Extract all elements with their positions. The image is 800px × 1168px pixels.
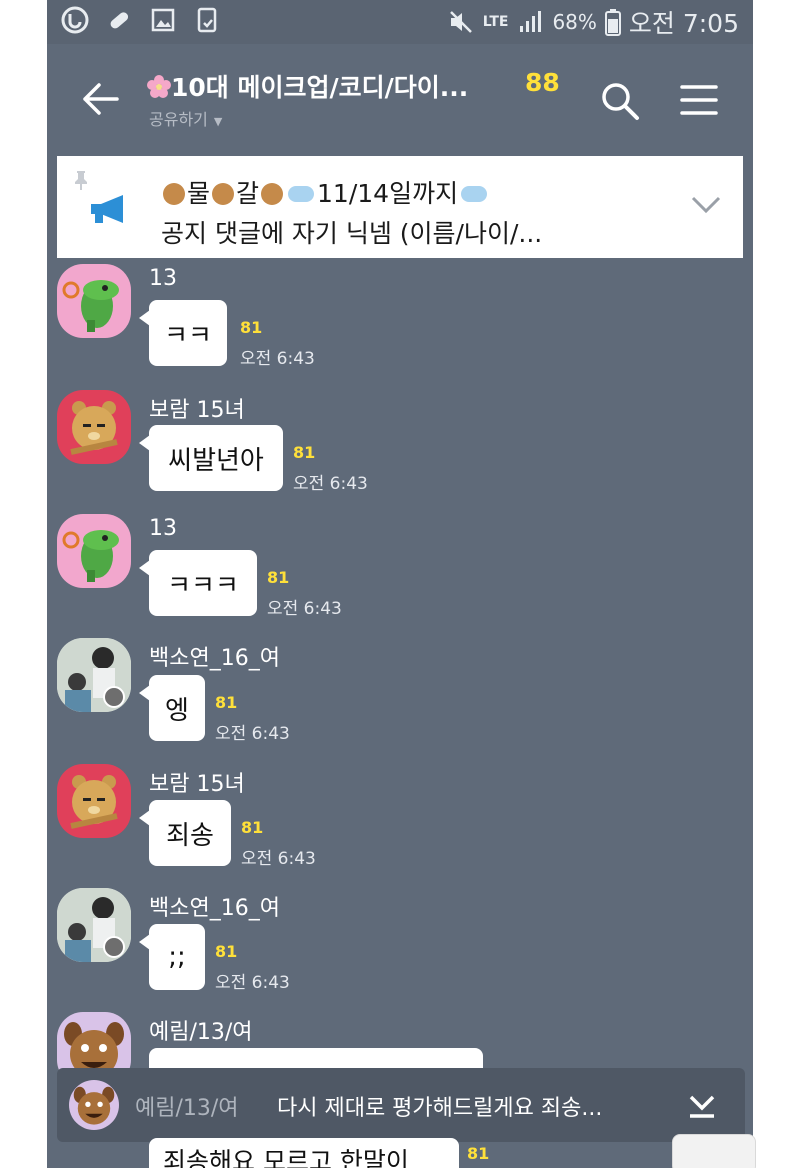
cherry-blossom-icon bbox=[147, 75, 171, 98]
avatar[interactable] bbox=[57, 638, 131, 712]
message-bubble[interactable]: 죄송 bbox=[139, 800, 231, 866]
message-bubble[interactable]: ;; bbox=[139, 924, 205, 990]
message-bubble[interactable]: ㅋㅋㅋ bbox=[139, 550, 257, 616]
cloud-emoji-icon bbox=[288, 186, 315, 202]
cloud-emoji-icon bbox=[461, 186, 488, 202]
sender-name: 백소연_16_여 bbox=[149, 646, 280, 671]
preview-text: 다시 제대로 평가해드릴게요 죄송... bbox=[277, 1096, 603, 1121]
crocodile-avatar-icon bbox=[62, 280, 119, 332]
unread-count: 81 bbox=[293, 443, 316, 462]
menu-icon[interactable] bbox=[679, 82, 719, 118]
sender-name: 13 bbox=[149, 516, 177, 541]
notice-date: 11/14일까지 bbox=[317, 179, 459, 208]
room-title-text: 10대 메이크업/코디/다이... bbox=[171, 73, 469, 102]
signal-icon bbox=[520, 11, 542, 32]
message-bubble[interactable]: 씨발년아 bbox=[139, 425, 283, 491]
u-plus-icon bbox=[61, 6, 89, 34]
lte-indicator: LTE bbox=[482, 14, 509, 30]
avatar[interactable] bbox=[57, 764, 131, 838]
clock: 오전 7:05 bbox=[628, 9, 739, 38]
battery-icon bbox=[604, 9, 621, 36]
notice-word-1: 물 bbox=[187, 179, 211, 208]
share-dropdown[interactable]: 공유하기 ▼ bbox=[149, 106, 222, 130]
room-title[interactable]: 10대 메이크업/코디/다이... bbox=[147, 68, 468, 104]
chevron-down-icon[interactable] bbox=[691, 194, 721, 216]
message-time: 오전 6:43 bbox=[215, 973, 290, 993]
message-time: 오전 6:43 bbox=[215, 724, 290, 744]
message-bubble[interactable]: 엥 bbox=[139, 675, 205, 741]
notice-word-2: 갈 bbox=[236, 179, 260, 208]
avatar[interactable] bbox=[57, 264, 131, 338]
expand-button[interactable] bbox=[672, 1134, 756, 1168]
message-time: 오전 6:43 bbox=[293, 474, 368, 494]
message-time: 오전 6:43 bbox=[241, 849, 316, 869]
message-bubble[interactable]: ㅋㅋ bbox=[139, 300, 227, 366]
search-icon[interactable] bbox=[599, 80, 641, 122]
gallery-icon bbox=[151, 8, 175, 32]
monkey-emoji-icon bbox=[212, 183, 235, 205]
sender-name: 보람 15녀 bbox=[149, 398, 245, 423]
notice-banner[interactable]: 물 갈 11/14일까지 공지 댓글에 자기 닉넴 (이름/나이/... bbox=[57, 156, 743, 258]
monkey-emoji-icon bbox=[261, 183, 284, 205]
message-time: 오전 6:43 bbox=[240, 349, 315, 369]
dog-avatar-icon bbox=[73, 1086, 115, 1125]
crocodile-avatar-icon bbox=[62, 530, 119, 582]
chat-badge-icon bbox=[103, 936, 125, 958]
preview-sender: 예림/13/여 bbox=[135, 1096, 239, 1121]
monkey-emoji-icon bbox=[163, 183, 185, 205]
bear-avatar-icon bbox=[70, 401, 118, 455]
battery-percent: 68% bbox=[552, 10, 597, 34]
pill-icon bbox=[110, 12, 129, 29]
share-label-text: 공유하기 bbox=[149, 110, 208, 129]
back-arrow-icon[interactable] bbox=[81, 82, 121, 116]
bear-avatar-icon bbox=[70, 775, 118, 829]
avatar[interactable] bbox=[57, 514, 131, 588]
unread-count: 81 bbox=[215, 693, 238, 712]
sender-name: 백소연_16_여 bbox=[149, 896, 280, 921]
phone-screen: LTE 68% 오전 7:05 10대 메이크업/코디/다이... 88 공유하… bbox=[47, 0, 753, 1168]
new-message-preview[interactable]: 예림/13/여 다시 제대로 평가해드릴게요 죄송... bbox=[57, 1068, 745, 1142]
sender-name: 보람 15녀 bbox=[149, 772, 245, 797]
unread-count: 81 bbox=[215, 942, 238, 961]
chat-badge-icon bbox=[103, 686, 125, 708]
member-count: 88 bbox=[525, 68, 560, 97]
caret-down-icon: ▼ bbox=[213, 115, 223, 128]
megaphone-icon bbox=[91, 195, 123, 223]
pin-icon bbox=[75, 171, 87, 190]
mute-icon bbox=[449, 11, 472, 33]
unread-count: 81 bbox=[240, 318, 263, 337]
status-bar: LTE 68% 오전 7:05 bbox=[47, 0, 753, 44]
avatar[interactable] bbox=[57, 888, 131, 962]
chat-header: 10대 메이크업/코디/다이... 88 공유하기 ▼ bbox=[47, 44, 753, 150]
download-icon bbox=[197, 7, 217, 33]
scroll-down-icon[interactable] bbox=[687, 1092, 717, 1120]
unread-count: 81 bbox=[267, 568, 290, 587]
sender-name: 예림/13/여 bbox=[149, 1020, 253, 1045]
notice-title: 물 갈 11/14일까지 bbox=[161, 174, 490, 210]
message-time: 오전 6:43 bbox=[267, 599, 342, 619]
notice-body: 공지 댓글에 자기 닉넴 (이름/나이/... bbox=[161, 219, 543, 248]
message-bubble[interactable]: 죄송해요 모르고 한말이 bbox=[149, 1138, 459, 1168]
sender-name: 13 bbox=[149, 266, 177, 291]
avatar[interactable] bbox=[57, 390, 131, 464]
preview-avatar bbox=[69, 1080, 119, 1130]
unread-count: 81 bbox=[467, 1144, 490, 1163]
unread-count: 81 bbox=[241, 818, 264, 837]
